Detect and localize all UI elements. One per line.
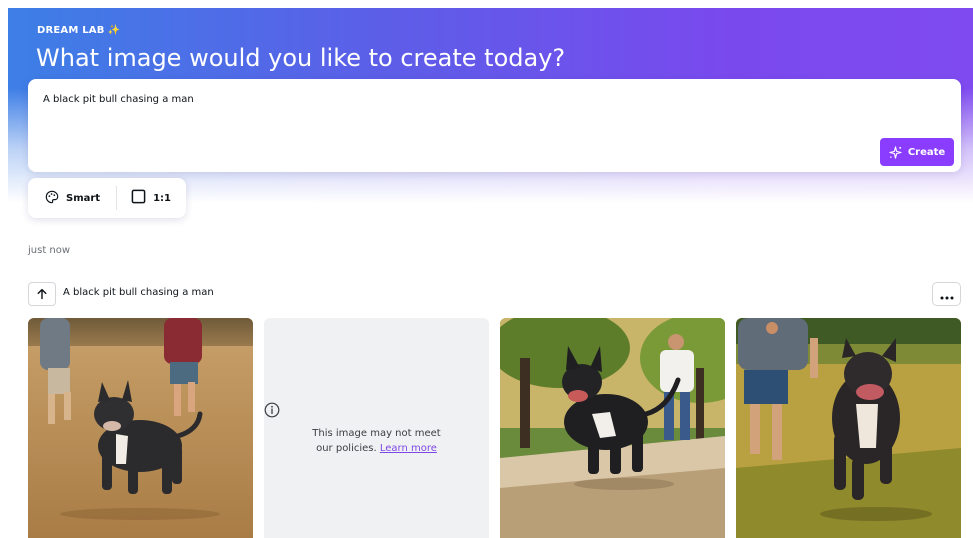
generation-options: Smart 1:1: [28, 178, 186, 218]
square-icon: [131, 189, 146, 207]
aspect-ratio-selector[interactable]: 1:1: [131, 189, 171, 207]
page-title: What image would you like to create toda…: [36, 44, 566, 72]
result-prompt-text: A black pit bull chasing a man: [63, 287, 214, 298]
prompt-input[interactable]: A black pit bull chasing a man: [43, 94, 194, 105]
dream-lab-brand: DREAM LAB ✨: [37, 25, 120, 36]
style-label: Smart: [66, 192, 101, 204]
more-options-button[interactable]: [932, 282, 961, 306]
arrow-up-icon: [36, 285, 48, 304]
blocked-image-placeholder: This image may not meet our policies. Lea…: [264, 318, 489, 538]
options-divider: [116, 186, 118, 210]
reuse-prompt-button[interactable]: [28, 282, 56, 306]
aspect-ratio-label: 1:1: [153, 192, 172, 204]
create-button[interactable]: Create: [880, 138, 954, 166]
sparkle-icon: ✨: [107, 25, 121, 36]
generated-image-3[interactable]: [500, 318, 725, 538]
generated-image-4[interactable]: [736, 318, 961, 538]
generated-image-1[interactable]: [28, 318, 253, 538]
more-horizontal-icon: [940, 285, 954, 304]
style-selector[interactable]: Smart: [45, 190, 100, 207]
info-icon: [264, 402, 489, 418]
brand-name: DREAM LAB: [37, 25, 105, 36]
learn-more-link[interactable]: Learn more: [380, 443, 437, 454]
palette-icon: [45, 190, 59, 207]
timestamp: just now: [28, 245, 71, 256]
prompt-input-card[interactable]: A black pit bull chasing a man Create: [28, 79, 961, 172]
create-button-label: Create: [907, 146, 946, 158]
policy-notice: This image may not meet our policies. Lea…: [264, 402, 489, 456]
magic-sparkle-icon: [889, 145, 902, 159]
